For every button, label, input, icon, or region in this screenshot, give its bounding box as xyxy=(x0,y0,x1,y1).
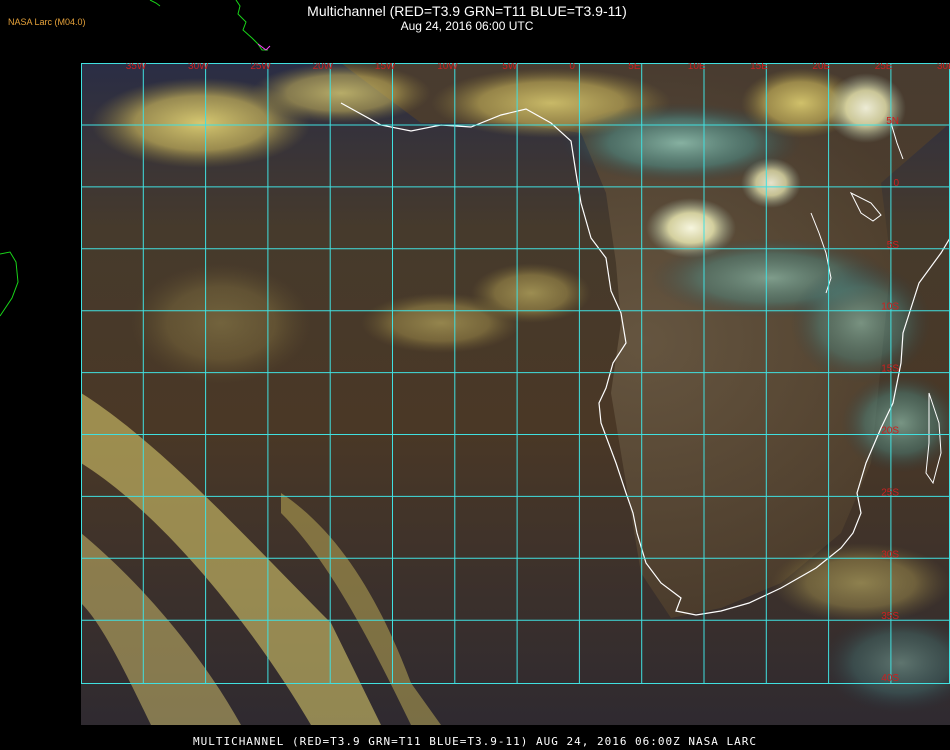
longitude-label: 25W xyxy=(250,63,271,72)
latitude-label: 35S xyxy=(881,611,899,622)
latitude-label: 5S xyxy=(887,240,900,251)
longitude-label: 30E xyxy=(937,63,950,72)
latitude-label: 15S xyxy=(881,364,899,375)
longitude-label: 15W xyxy=(375,63,396,72)
longitude-label: 0 xyxy=(569,63,575,72)
longitude-label: 10W xyxy=(437,63,458,72)
longitude-label: 20E xyxy=(812,63,830,72)
longitude-label: 15E xyxy=(750,63,768,72)
longitude-label: 30W xyxy=(188,63,209,72)
latitude-label: 0 xyxy=(893,178,899,189)
longitude-label: 35W xyxy=(126,63,147,72)
latitude-label: 5N xyxy=(886,116,899,127)
longitude-label: 20W xyxy=(313,63,334,72)
longitude-label: 10E xyxy=(688,63,706,72)
longitude-label: 5E xyxy=(628,63,641,72)
longitude-label: 25E xyxy=(875,63,893,72)
latitude-label: 10S xyxy=(881,302,899,313)
satellite-image: 35W 30W 25W 20W 15W 10W 5W 0 5E 10E 15E 20E 25E 30E 35… xyxy=(81,63,950,725)
longitude-label: 5W xyxy=(502,63,518,72)
footer-caption: MULTICHANNEL (RED=T3.9 GRN=T11 BLUE=T3.9… xyxy=(192,735,758,748)
latitude-label: 25S xyxy=(881,487,899,498)
latitude-label: 20S xyxy=(881,426,899,437)
latitude-label: 30S xyxy=(881,549,899,560)
latitude-label: 40S xyxy=(881,673,899,684)
